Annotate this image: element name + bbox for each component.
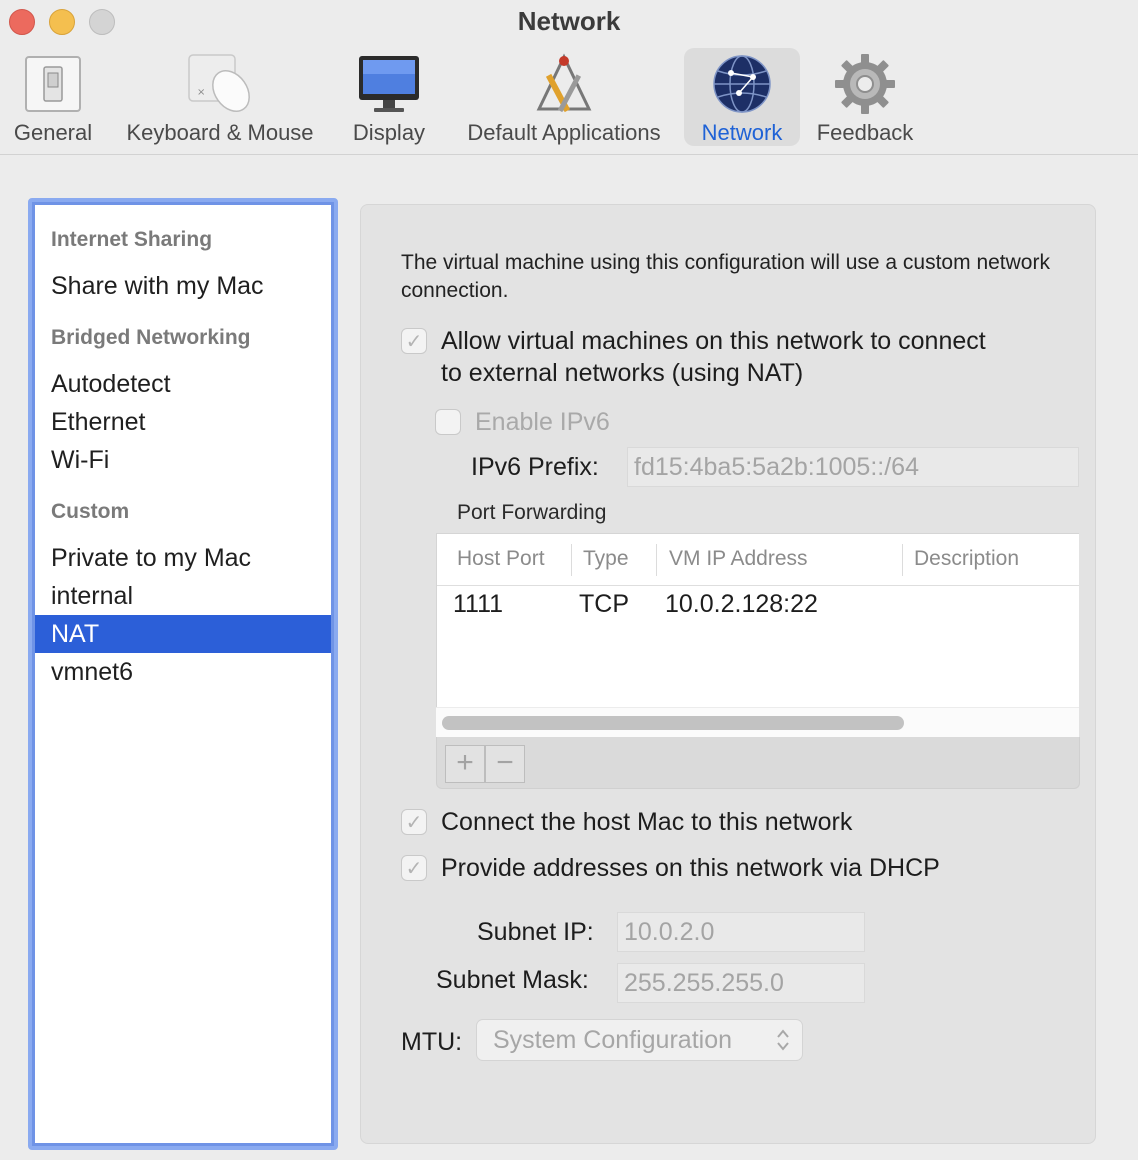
switch-icon — [17, 48, 89, 119]
table-header: Host Port Type VM IP Address Description — [437, 534, 1079, 586]
column-type[interactable]: Type — [563, 534, 657, 586]
subnet-ip-label: Subnet IP: — [477, 918, 594, 946]
toolbar-item-keyboard-mouse[interactable]: × Keyboard & Mouse — [116, 48, 324, 146]
sidebar-item-internal[interactable]: internal — [35, 577, 331, 615]
toolbar-label-network: Network — [701, 120, 783, 145]
subnet-mask-label: Subnet Mask: — [436, 966, 589, 994]
dhcp-label: Provide addresses on this network via DH… — [441, 854, 940, 882]
column-vm-ip-address[interactable]: VM IP Address — [649, 534, 903, 586]
cell-host-port[interactable]: 1111 — [453, 590, 503, 619]
sidebar-item-vmnet6[interactable]: vmnet6 — [35, 653, 331, 691]
ipv6-prefix-field[interactable]: fd15:4ba5:5a2b:1005::/64 — [627, 447, 1079, 487]
config-description: The virtual machine using this configura… — [401, 251, 1050, 302]
app-tools-icon — [528, 48, 600, 119]
remove-port-forward-button[interactable]: − — [485, 745, 525, 783]
toolbar-item-default-applications[interactable]: Default Applications — [452, 48, 676, 146]
toolbar-item-display[interactable]: Display — [342, 48, 436, 146]
toolbar-label-general: General — [13, 120, 93, 145]
sidebar-item-private-to-my-mac[interactable]: Private to my Mac — [35, 539, 331, 577]
sidebar-header-internet-sharing: Internet Sharing — [51, 228, 213, 251]
cell-vm-ip-address[interactable]: 10.0.2.128:22 — [665, 590, 818, 619]
mtu-label: MTU: — [401, 1028, 463, 1056]
sidebar-item-wifi[interactable]: Wi-Fi — [35, 441, 331, 479]
sidebar-header-bridged-networking: Bridged Networking — [51, 326, 251, 349]
toolbar-item-feedback[interactable]: Feedback — [810, 48, 920, 146]
network-settings-panel: The virtual machine using this configura… — [360, 204, 1096, 1144]
toolbar-label-default-applications: Default Applications — [467, 120, 661, 145]
sidebar-header-custom: Custom — [51, 500, 130, 523]
toolbar-label-feedback: Feedback — [816, 120, 914, 145]
connect-host-label: Connect the host Mac to this network — [441, 808, 853, 836]
toolbar-label-keyboard-mouse: Keyboard & Mouse — [126, 120, 314, 145]
network-list: Internet Sharing Share with my Mac Bridg… — [35, 205, 331, 1143]
svg-text:×: × — [197, 87, 205, 98]
network-sidebar: Internet Sharing Share with my Mac Bridg… — [28, 198, 338, 1150]
chevron-up-down-icon — [777, 1029, 789, 1051]
sidebar-item-share-with-my-mac[interactable]: Share with my Mac — [35, 267, 331, 305]
subnet-mask-field[interactable]: 255.255.255.0 — [617, 963, 865, 1003]
dhcp-row: ✓ Provide addresses on this network via … — [401, 852, 940, 884]
mtu-select-value: System Configuration — [493, 1026, 733, 1054]
subnet-ip-field[interactable]: 10.0.2.0 — [617, 912, 865, 952]
toolbar: Network General × Keyboard & Mouse Displ… — [0, 0, 1138, 155]
sidebar-item-ethernet[interactable]: Ethernet — [35, 403, 331, 441]
column-description[interactable]: Description — [894, 534, 1080, 586]
allow-nat-label-line2: to external networks (using NAT) — [441, 359, 804, 387]
cell-type[interactable]: TCP — [579, 590, 629, 619]
toolbar-label-display: Display — [352, 120, 426, 145]
allow-nat-row: ✓ Allow virtual machines on this network… — [401, 325, 986, 389]
port-forwarding-title: Port Forwarding — [457, 501, 607, 524]
enable-ipv6-label: Enable IPv6 — [475, 408, 610, 436]
mtu-select[interactable]: System Configuration — [476, 1019, 803, 1061]
allow-nat-checkbox[interactable]: ✓ — [401, 328, 427, 354]
enable-ipv6-row: Enable IPv6 — [435, 406, 610, 438]
enable-ipv6-checkbox[interactable] — [435, 409, 461, 435]
connect-host-row: ✓ Connect the host Mac to this network — [401, 806, 852, 838]
port-forwarding-controls: + − — [436, 737, 1080, 789]
table-horizontal-scrollbar[interactable] — [436, 707, 1079, 737]
mouse-icon: × — [184, 48, 256, 119]
allow-nat-label: Allow virtual machines on this network t… — [441, 325, 986, 389]
window-title: Network — [517, 6, 621, 36]
sidebar-item-nat[interactable]: NAT — [35, 615, 331, 653]
gear-icon — [829, 48, 901, 119]
sidebar-item-autodetect[interactable]: Autodetect — [35, 365, 331, 403]
column-host-port[interactable]: Host Port — [437, 534, 571, 586]
connect-host-checkbox[interactable]: ✓ — [401, 809, 427, 835]
allow-nat-label-line1: Allow virtual machines on this network t… — [441, 327, 986, 355]
ipv6-prefix-label: IPv6 Prefix: — [471, 453, 599, 481]
toolbar-item-network[interactable]: Network — [684, 48, 800, 146]
monitor-icon — [353, 48, 425, 119]
scrollbar-thumb[interactable] — [442, 716, 904, 730]
add-port-forward-button[interactable]: + — [445, 745, 485, 783]
dhcp-checkbox[interactable]: ✓ — [401, 855, 427, 881]
globe-network-icon — [706, 48, 778, 119]
toolbar-item-general[interactable]: General — [4, 48, 102, 146]
